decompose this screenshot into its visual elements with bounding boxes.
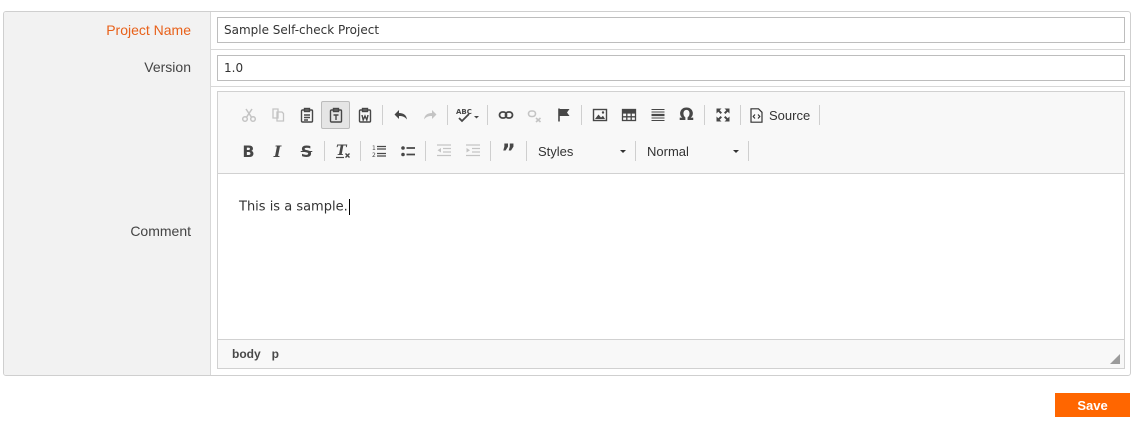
- path-item-p[interactable]: p: [272, 347, 279, 361]
- source-label: Source: [769, 107, 811, 123]
- link-icon: [498, 111, 513, 119]
- project-name-row: Project Name: [4, 12, 1130, 50]
- toolbar-row-1: ABC Ω Source: [234, 101, 823, 129]
- image-icon: [592, 108, 607, 122]
- unlink-icon: [527, 110, 541, 123]
- version-row: Version: [4, 49, 1130, 87]
- horizontal-line-icon: [651, 109, 664, 121]
- resize-handle-icon[interactable]: [1110, 354, 1120, 364]
- redo-button[interactable]: [415, 101, 444, 129]
- spellcheck-icon: ABC: [456, 108, 479, 123]
- blockquote-icon: ”: [501, 141, 516, 166]
- path-item-body[interactable]: body: [232, 347, 261, 361]
- toolbar-separator: [581, 105, 582, 125]
- copy-icon: [271, 108, 284, 122]
- italic-button[interactable]: I: [263, 137, 292, 165]
- copy-button[interactable]: [263, 101, 292, 129]
- image-button[interactable]: [585, 101, 614, 129]
- toolbar-separator: [425, 141, 426, 161]
- paste-from-word-icon: [358, 107, 371, 123]
- toolbar-separator: [360, 141, 361, 161]
- bulleted-list-button[interactable]: [393, 137, 422, 165]
- cut-icon: [241, 108, 256, 123]
- remove-format-icon: T: [335, 143, 350, 159]
- version-input[interactable]: [217, 55, 1125, 81]
- undo-icon: [394, 110, 407, 120]
- toolbar-separator: [447, 105, 448, 125]
- chevron-down-icon: [733, 149, 739, 153]
- svg-text:2: 2: [372, 152, 376, 159]
- toolbar-row-2: B I S T 12 ” Styles Normal: [234, 137, 752, 165]
- anchor-icon: [557, 108, 569, 122]
- format-label: Normal: [647, 143, 689, 159]
- svg-text:ABC: ABC: [456, 108, 472, 116]
- bold-icon: B: [242, 141, 255, 161]
- table-button[interactable]: [614, 101, 643, 129]
- paste-button[interactable]: [292, 101, 321, 129]
- increase-indent-button[interactable]: [458, 137, 487, 165]
- project-name-label: Project Name: [4, 12, 211, 49]
- rich-text-editor: ABC Ω Source B I S T 1 2 ” Styles Normal…: [217, 91, 1125, 369]
- editor-content[interactable]: This is a sample.: [218, 174, 1124, 340]
- increase-indent-icon: [465, 144, 480, 157]
- toolbar-separator: [740, 105, 741, 125]
- toolbar-separator: [382, 105, 383, 125]
- toolbar-separator: [487, 105, 488, 125]
- chevron-down-icon: [620, 149, 626, 153]
- numbered-list-icon: 12: [372, 145, 386, 159]
- blockquote-button[interactable]: ”: [494, 137, 523, 165]
- comment-label: Comment: [4, 86, 211, 375]
- maximize-button[interactable]: [708, 101, 737, 129]
- maximize-icon: [716, 108, 729, 122]
- paste-text-icon: [329, 107, 342, 123]
- numbered-list-button[interactable]: 12: [364, 137, 393, 165]
- source-button[interactable]: Source: [744, 101, 816, 129]
- toolbar-separator: [704, 105, 705, 125]
- version-label: Version: [4, 49, 211, 86]
- content-paragraph: This is a sample.: [239, 199, 348, 215]
- italic-icon: I: [273, 141, 282, 161]
- bold-button[interactable]: B: [234, 137, 263, 165]
- comment-row: Comment ABC Ω Source B I S T 1 2 ” Style…: [4, 86, 1130, 375]
- strikethrough-icon: S: [300, 141, 313, 161]
- decrease-indent-button[interactable]: [429, 137, 458, 165]
- svg-text:1: 1: [372, 145, 376, 152]
- cut-button[interactable]: [234, 101, 263, 129]
- styles-dropdown[interactable]: Styles: [530, 138, 632, 164]
- styles-label: Styles: [538, 143, 574, 159]
- decrease-indent-icon: [436, 144, 451, 157]
- toolbar-separator: [748, 141, 749, 161]
- toolbar-separator: [324, 141, 325, 161]
- project-form: Project Name Version Comment: [3, 11, 1131, 376]
- save-button[interactable]: Save: [1055, 393, 1130, 417]
- table-icon: [621, 108, 636, 122]
- special-char-button[interactable]: Ω: [672, 101, 701, 129]
- editor-toolbar: ABC Ω Source B I S T 1 2 ” Styles Normal: [218, 92, 1124, 174]
- redo-icon: [423, 110, 436, 120]
- unlink-button[interactable]: [520, 101, 549, 129]
- toolbar-separator: [490, 141, 491, 161]
- bulleted-list-icon: [400, 146, 415, 157]
- spellcheck-button[interactable]: ABC: [451, 101, 484, 129]
- link-button[interactable]: [491, 101, 520, 129]
- remove-format-button[interactable]: T: [328, 137, 357, 165]
- project-name-input[interactable]: [217, 17, 1125, 43]
- paste-from-word-button[interactable]: [350, 101, 379, 129]
- strikethrough-button[interactable]: S: [292, 137, 321, 165]
- paste-icon: [300, 107, 313, 123]
- horizontal-line-button[interactable]: [643, 101, 672, 129]
- format-dropdown[interactable]: Normal: [639, 138, 745, 164]
- toolbar-separator: [819, 105, 821, 125]
- paste-text-button[interactable]: [321, 101, 350, 129]
- text-cursor: [348, 199, 350, 215]
- source-icon: [750, 107, 763, 123]
- undo-button[interactable]: [386, 101, 415, 129]
- toolbar-separator: [526, 141, 527, 161]
- special-char-icon: Ω: [679, 105, 694, 125]
- toolbar-separator: [635, 141, 636, 161]
- element-path-bar: body p: [218, 339, 1124, 368]
- anchor-button[interactable]: [549, 101, 578, 129]
